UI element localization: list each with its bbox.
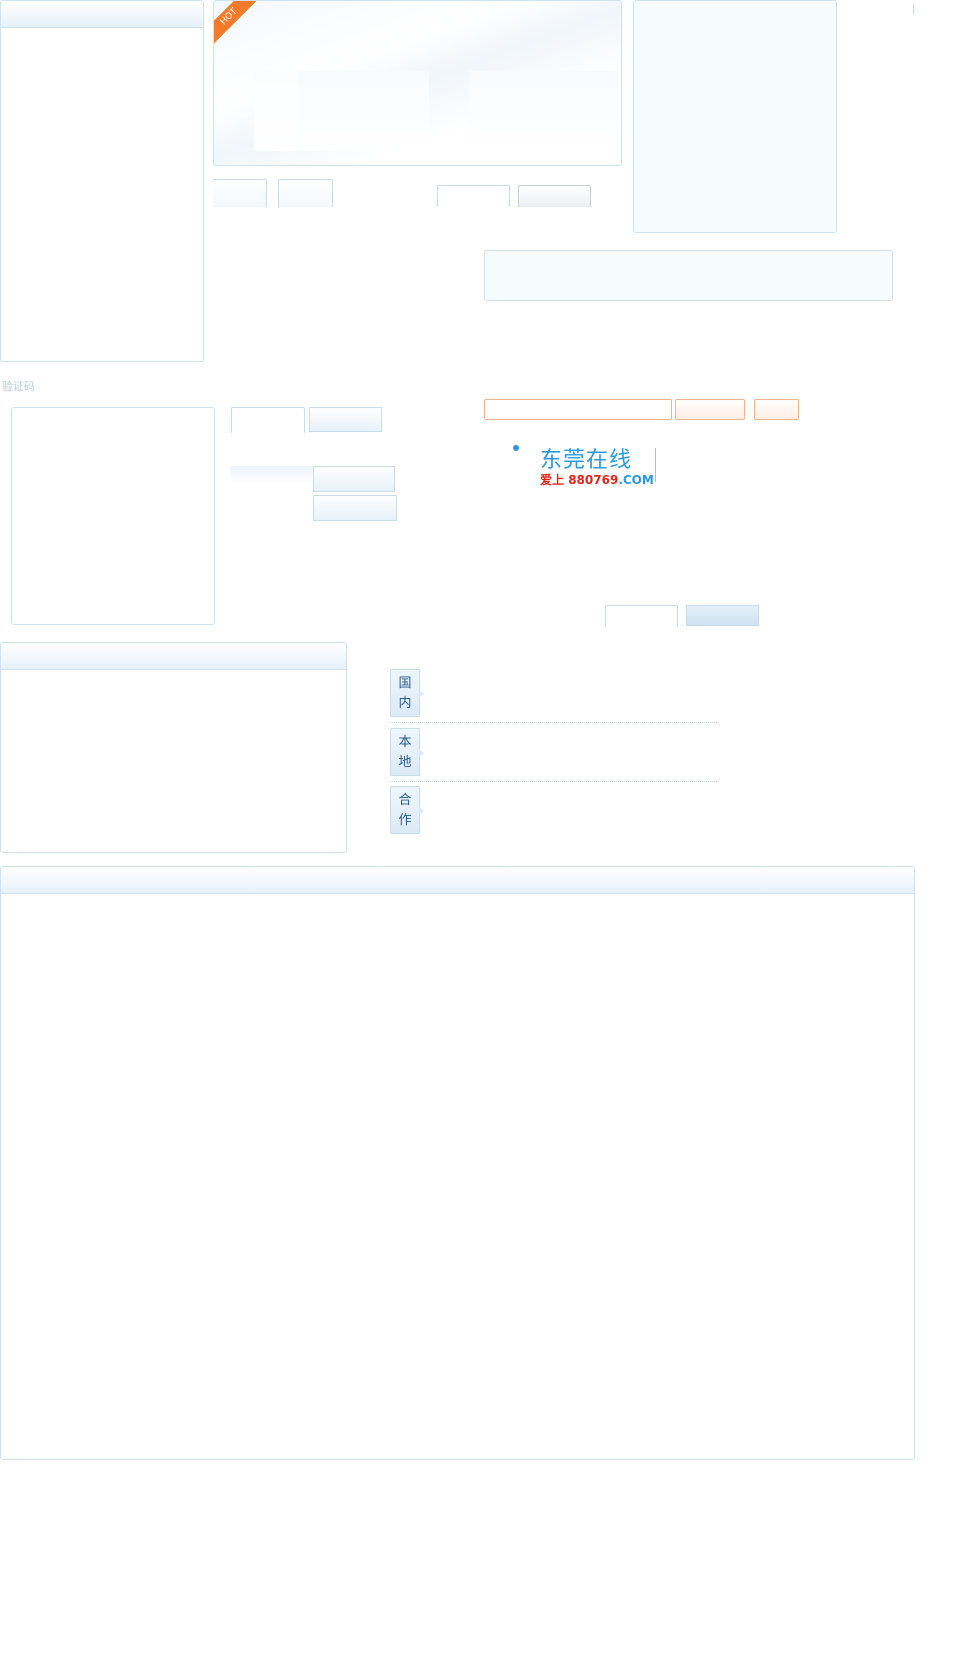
hot-ribbon: HOT [214,1,260,48]
news-badge-cooperation-line1: 合 [398,793,412,808]
middle-strip [230,466,314,484]
slide-tab-1[interactable] [213,179,267,207]
site-logo[interactable]: 东莞在线 爱上 880769.COM [488,440,660,490]
news-tab-2[interactable] [518,185,591,207]
logo-divider [655,448,656,482]
left-middle-panel [11,407,215,625]
news-badge-cooperation-line2: 作 [398,813,412,828]
middle-tab-2[interactable] [309,407,382,432]
right-top-panel [633,0,837,233]
left-top-panel [0,0,204,362]
search-extra-button[interactable] [754,399,799,420]
left-top-panel-header [1,1,203,28]
hot-slideshow[interactable]: HOT [213,0,622,166]
middle-button-2[interactable] [313,495,397,521]
lower-left-panel-header [1,643,346,670]
news-badge-cooperation[interactable]: 合 作 [390,786,424,834]
slide-glow-1 [254,71,304,151]
search-button[interactable] [675,399,745,420]
news-divider-1 [390,722,717,723]
bottom-wide-panel-header [1,867,914,894]
news-tab-1[interactable] [437,185,510,207]
news-badge-domestic[interactable]: 国 内 [390,669,424,717]
lower-tab-1[interactable] [605,605,678,627]
logo-tagline-suffix: .COM [618,473,654,487]
middle-button-1[interactable] [313,466,395,492]
logo-title: 东莞在线 [540,448,633,473]
slide-tab-2[interactable] [278,179,333,207]
logo-tagline-number: 880769 [568,473,619,487]
crescent-logo-icon [496,445,532,483]
lower-tab-2[interactable] [686,605,759,626]
logo-tagline: 爱上 880769.COM [540,471,654,488]
edge-mark [913,4,914,14]
news-divider-2 [390,781,717,782]
lower-left-panel [0,642,347,853]
search-input[interactable] [484,399,672,420]
hot-ribbon-text: HOT [218,6,240,28]
slide-glow-2 [299,71,429,151]
verification-label: 验证码 [2,380,35,393]
slide-glow-3 [469,71,619,151]
news-badge-local-line1: 本 [398,735,412,750]
news-badge-domestic-line2: 内 [398,696,412,711]
bottom-wide-panel [0,866,915,1460]
logo-tagline-prefix: 爱上 [540,473,565,487]
news-badge-domestic-line1: 国 [398,676,412,691]
middle-tab-1[interactable] [231,407,305,433]
banner-strip [484,250,893,301]
news-badge-local[interactable]: 本 地 [390,728,424,776]
news-badge-local-line2: 地 [398,755,412,770]
